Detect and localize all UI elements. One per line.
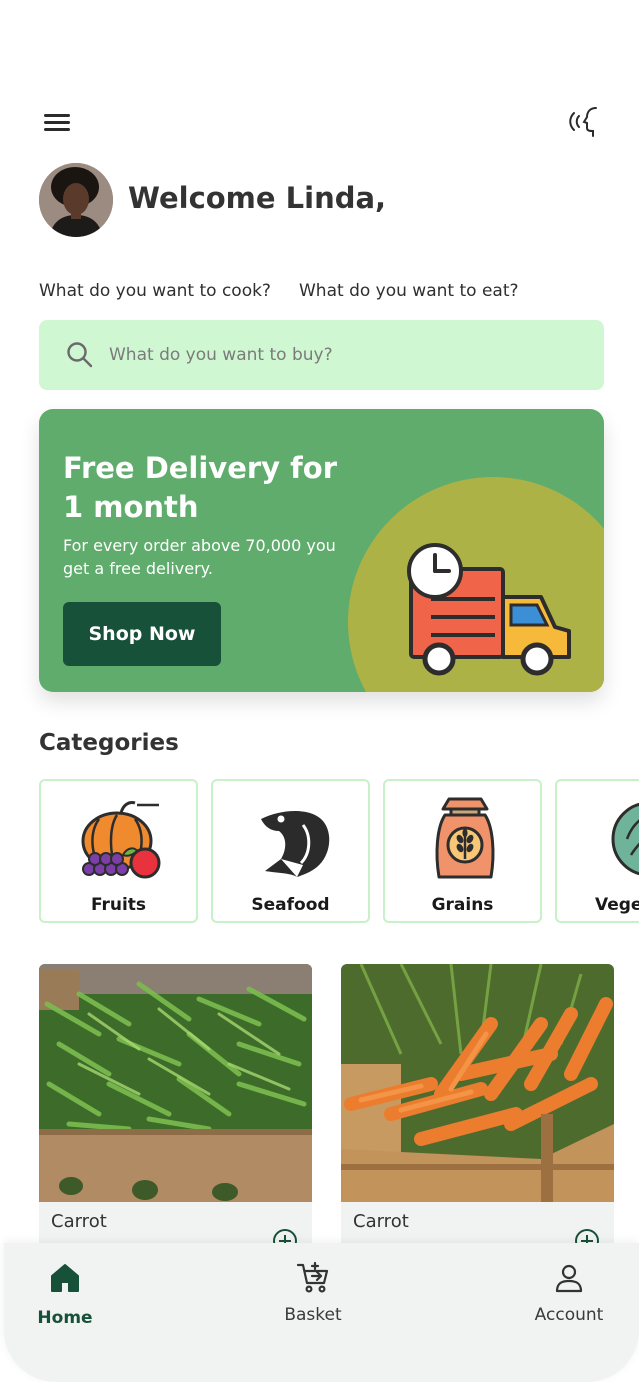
bottom-navigation: Home Basket Account (4, 1243, 639, 1382)
category-seafood[interactable]: Seafood (211, 779, 370, 923)
search-input[interactable] (109, 345, 529, 365)
hamburger-menu-icon (44, 128, 70, 131)
categories-heading: Categories (39, 730, 179, 756)
nav-account-label: Account (534, 1305, 604, 1325)
nav-account[interactable]: Account (509, 1261, 629, 1325)
category-label: Fruits (90, 895, 147, 915)
hamburger-menu-icon (44, 114, 70, 117)
home-icon (51, 1264, 79, 1292)
nav-basket[interactable]: Basket (253, 1261, 373, 1325)
product-name: Carrot (51, 1211, 107, 1232)
category-label: Seafood (251, 895, 330, 915)
menu-button[interactable] (42, 110, 72, 134)
promo-banner: Free Delivery for 1 month For every orde… (39, 409, 604, 692)
nav-basket-label: Basket (284, 1305, 342, 1325)
welcome-heading: Welcome Linda, (128, 181, 387, 215)
voice-assistant-button[interactable] (566, 104, 606, 140)
basket-cart-icon (296, 1261, 329, 1293)
account-icon (555, 1264, 583, 1293)
avatar[interactable] (39, 163, 113, 237)
nav-home[interactable]: Home (5, 1261, 125, 1328)
voice-assistant-icon (569, 107, 597, 137)
product-name: Carrot (353, 1211, 409, 1232)
search-bar[interactable] (39, 320, 604, 390)
fish-icon (261, 811, 330, 877)
delivery-truck-icon (407, 543, 571, 676)
product-card[interactable]: Carrot (341, 964, 614, 1254)
category-grains[interactable]: Grains (383, 779, 542, 923)
search-icon (67, 342, 93, 368)
user-photo (39, 163, 113, 237)
hamburger-menu-icon (44, 121, 70, 124)
promo-description: For every order above 70,000 you get a f… (63, 536, 336, 578)
cook-prompt-link[interactable]: What do you want to cook? (39, 281, 271, 301)
category-fruits[interactable]: Fruits (39, 779, 198, 923)
shop-now-button[interactable]: Shop Now (63, 602, 221, 666)
category-label: Vege (595, 895, 639, 915)
carrots-crate (341, 964, 614, 1202)
cabbage-icon (611, 802, 639, 876)
category-vegetables[interactable]: Vege (555, 779, 639, 923)
eat-prompt-link[interactable]: What do you want to eat? (299, 281, 519, 301)
promo-title: Free Delivery for 1 month (63, 451, 338, 524)
green-beans-crate (39, 964, 312, 1202)
fruits-icon (81, 801, 161, 879)
grain-sack-icon (435, 797, 495, 879)
product-card[interactable]: Carrot (39, 964, 312, 1254)
category-label: Grains (431, 895, 494, 915)
nav-home-label: Home (37, 1308, 93, 1328)
